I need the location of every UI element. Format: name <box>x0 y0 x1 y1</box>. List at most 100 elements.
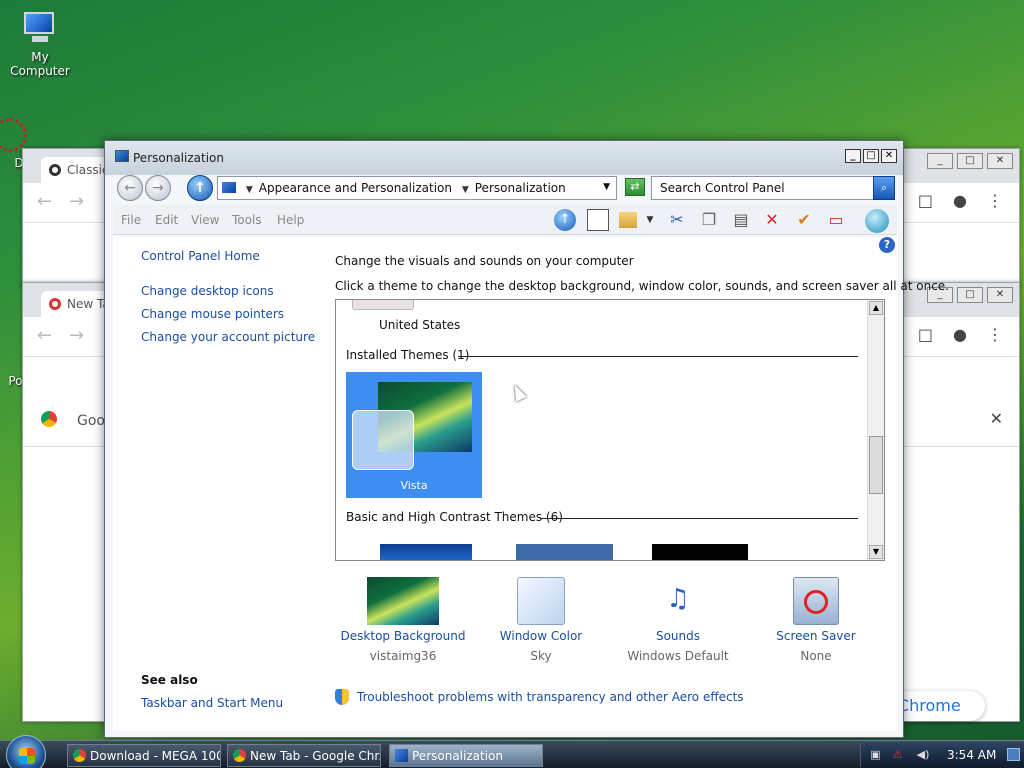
network-icon <box>0 118 27 152</box>
breadcrumb-appearance[interactable]: Appearance and Personalization <box>259 181 452 195</box>
address-bar[interactable]: ▼ Appearance and Personalization ▼ Persona… <box>217 176 617 200</box>
setting-label[interactable]: Desktop Background <box>338 629 468 643</box>
show-desktop-button[interactable] <box>1007 748 1020 761</box>
control-panel-icon <box>115 150 129 162</box>
setting-desktop-background[interactable]: Desktop Background vistaimg36 <box>338 577 468 663</box>
group-divider <box>458 356 858 357</box>
title-bar[interactable]: Personalization _ □ ✕ <box>105 141 903 175</box>
paste-icon[interactable]: ▤ <box>730 209 752 231</box>
back-arrow-icon[interactable]: ← <box>37 191 52 212</box>
sidebar-icon[interactable]: □ <box>918 325 933 344</box>
up-button[interactable]: ↑ <box>187 175 213 201</box>
close-button[interactable]: ✕ <box>987 153 1013 169</box>
rename-icon[interactable]: ▭ <box>825 209 847 231</box>
menu-view[interactable]: View <box>191 213 219 227</box>
forward-button[interactable]: → <box>145 175 171 201</box>
taskbar-item-new-tab[interactable]: New Tab - Google Chr... <box>227 744 381 767</box>
menu-help[interactable]: Help <box>277 213 304 227</box>
folder-icon[interactable] <box>619 212 637 228</box>
close-button[interactable]: ✕ <box>881 149 897 163</box>
scissors-icon[interactable]: ✂ <box>666 209 688 231</box>
scroll-down-button[interactable]: ▼ <box>869 545 883 559</box>
forward-arrow-icon[interactable]: → <box>69 325 84 346</box>
setting-window-color[interactable]: Window Color Sky <box>476 577 606 663</box>
setting-label[interactable]: Sounds <box>613 629 743 643</box>
setting-label[interactable]: Screen Saver <box>751 629 881 643</box>
link-taskbar-start-menu[interactable]: Taskbar and Start Menu <box>141 696 283 710</box>
sidebar-icon[interactable]: □ <box>918 191 933 210</box>
sounds-icon: ♫ <box>666 584 690 614</box>
menu-kebab-icon[interactable]: ⋮ <box>987 325 1003 344</box>
delete-icon[interactable]: ✕ <box>761 209 783 231</box>
maximize-button[interactable]: □ <box>957 287 983 303</box>
content-area: ? Control Panel Home Change desktop icon… <box>113 237 949 731</box>
back-arrow-icon[interactable]: ← <box>37 325 52 346</box>
theme-tile-vista[interactable]: Vista <box>346 372 482 498</box>
link-change-mouse-pointers[interactable]: Change mouse pointers <box>141 307 284 321</box>
search-input[interactable]: Search Control Panel ⌕ <box>651 176 895 200</box>
page-heading: Change the visuals and sounds on your co… <box>335 254 634 268</box>
up-arrow-icon[interactable]: ↑ <box>554 209 576 231</box>
network-icon[interactable]: ▣ <box>869 748 882 761</box>
theme-preview-window <box>352 410 414 470</box>
desktop-icon-label: My Computer <box>10 50 70 78</box>
setting-value: vistaimg36 <box>369 649 437 663</box>
checkmark-icon[interactable]: ✔ <box>793 209 815 231</box>
address-row: ← → ↑ ▼ Appearance and Personalization ▼ P… <box>113 173 897 203</box>
desktop-icon-my-computer[interactable]: My Computer <box>0 10 80 78</box>
close-button[interactable]: ✕ <box>987 287 1013 303</box>
minimize-button[interactable]: _ <box>845 149 861 163</box>
copy-icon[interactable]: ❐ <box>698 209 720 231</box>
address-dropdown-icon[interactable]: ▼ <box>603 182 610 192</box>
window-title: Personalization <box>133 151 224 165</box>
personalization-window[interactable]: Personalization _ □ ✕ ← → ↑ ▼ Appearance … <box>104 140 949 738</box>
theme-list[interactable]: United States Installed Themes (1) Vista… <box>335 299 885 561</box>
minimize-button[interactable]: _ <box>927 153 953 169</box>
scroll-thumb[interactable] <box>869 436 883 494</box>
forward-arrow-icon[interactable]: → <box>69 191 84 212</box>
system-tray: ▣ ⚠ ◀) 3:54 AM <box>860 743 1024 767</box>
clock[interactable]: 3:54 AM <box>947 748 996 762</box>
theme-thumbnail-basic-1[interactable] <box>380 544 472 560</box>
taskbar-item-label: Personalization <box>412 749 503 763</box>
dropdown-arrow-icon[interactable]: ▼ <box>639 209 661 231</box>
close-icon[interactable]: ✕ <box>990 409 1003 428</box>
link-troubleshoot-aero[interactable]: Troubleshoot problems with transparency … <box>357 690 744 704</box>
taskbar-item-mega[interactable]: Download - MEGA 100... <box>67 744 221 767</box>
chrome-icon <box>233 749 246 762</box>
search-icon[interactable]: ⌕ <box>873 176 895 200</box>
window-color-icon <box>517 577 565 625</box>
menu-edit[interactable]: Edit <box>155 213 178 227</box>
no-symbol-icon <box>804 590 828 614</box>
link-change-account-picture[interactable]: Change your account picture <box>141 330 315 344</box>
security-alert-icon[interactable]: ⚠ <box>891 748 904 761</box>
theme-name: Vista <box>400 479 428 492</box>
breadcrumb-personalization[interactable]: Personalization <box>475 181 566 195</box>
setting-screen-saver[interactable]: Screen Saver None <box>751 577 881 663</box>
menu-kebab-icon[interactable]: ⋮ <box>987 191 1003 210</box>
help-icon[interactable]: ? <box>879 237 895 253</box>
maximize-button[interactable]: □ <box>863 149 879 163</box>
scroll-up-button[interactable]: ▲ <box>869 301 883 315</box>
panel-icon[interactable] <box>587 209 609 231</box>
start-button[interactable] <box>6 735 46 768</box>
refresh-button[interactable]: ⇄ <box>625 178 645 196</box>
taskbar-item-personalization[interactable]: Personalization <box>389 744 543 767</box>
volume-icon[interactable]: ◀) <box>913 748 933 761</box>
maximize-button[interactable]: □ <box>957 153 983 169</box>
scrollbar[interactable]: ▲ ▼ <box>867 300 884 560</box>
link-change-desktop-icons[interactable]: Change desktop icons <box>141 284 274 298</box>
theme-item-label[interactable]: United States <box>379 318 460 332</box>
setting-sounds[interactable]: ♫ Sounds Windows Default <box>613 577 743 663</box>
setting-label[interactable]: Window Color <box>476 629 606 643</box>
profile-icon[interactable]: ● <box>953 325 967 344</box>
theme-thumbnail-basic-2[interactable] <box>516 544 613 560</box>
theme-thumbnail-basic-3[interactable] <box>652 544 748 560</box>
back-button[interactable]: ← <box>117 175 143 201</box>
taskbar-item-label: New Tab - Google Chr... <box>250 749 381 763</box>
menu-tools[interactable]: Tools <box>232 213 262 227</box>
network-globe-icon[interactable] <box>865 209 889 233</box>
profile-icon[interactable]: ● <box>953 191 967 210</box>
link-control-panel-home[interactable]: Control Panel Home <box>141 249 260 263</box>
menu-file[interactable]: File <box>121 213 141 227</box>
